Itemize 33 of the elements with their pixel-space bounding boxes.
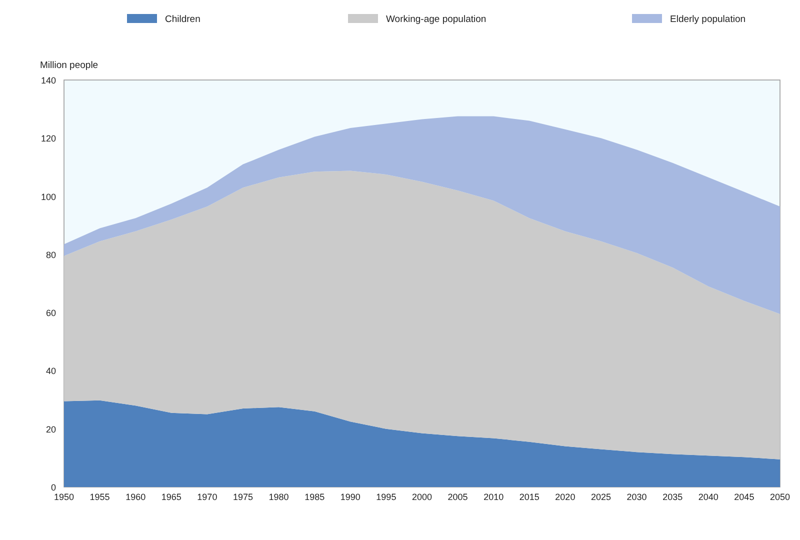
tick-label: 60: [46, 308, 56, 318]
tick-label: 2045: [734, 492, 754, 502]
tick-label: 2030: [626, 492, 647, 502]
tick-label: 100: [40, 192, 56, 202]
tick-label: 2010: [484, 492, 504, 502]
tick-label: 2000: [412, 492, 432, 502]
tick-label: 1985: [304, 492, 325, 502]
tick-label: 40: [46, 366, 56, 376]
tick-label: 1980: [268, 492, 289, 502]
tick-label: 2020: [555, 492, 576, 502]
tick-label: 20: [46, 424, 56, 434]
legend-label: Children: [165, 14, 200, 25]
tick-label: 120: [40, 134, 56, 144]
tick-label: 2040: [698, 492, 718, 502]
tick-label: 1995: [376, 492, 396, 502]
tick-label: 80: [46, 250, 56, 260]
tick-label: 2015: [519, 492, 540, 502]
tick-label: 1955: [90, 492, 110, 502]
tick-label: 2050: [770, 492, 790, 502]
tick-label: 2025: [590, 492, 612, 502]
legend-label: Elderly population: [670, 14, 746, 25]
tick-label: 1960: [126, 492, 146, 502]
tick-label: 2005: [448, 492, 468, 502]
tick-label: 1990: [340, 492, 360, 502]
tick-label: 1950: [54, 492, 74, 502]
tick-label: 1965: [161, 492, 182, 502]
axis-title: Million people: [40, 60, 98, 71]
tick-label: 2035: [662, 492, 683, 502]
tick-label: 1975: [232, 492, 254, 502]
tick-label: 1970: [197, 492, 218, 502]
legend-label: Working-age population: [386, 14, 486, 25]
tick-label: 140: [40, 76, 56, 86]
tick-label: 0: [50, 482, 56, 492]
